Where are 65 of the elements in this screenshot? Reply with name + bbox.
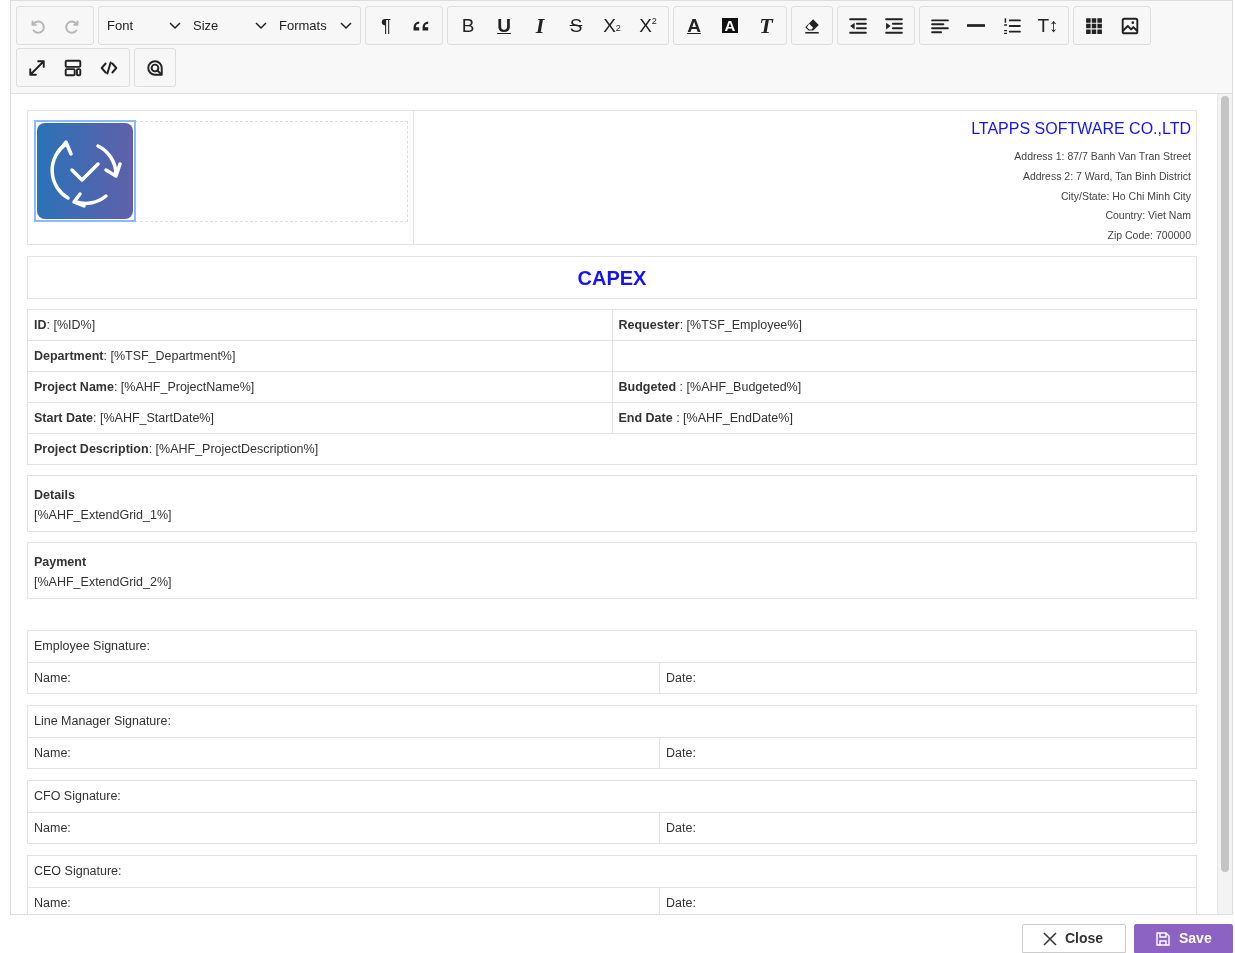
- align-left-icon: [931, 16, 949, 35]
- format-button[interactable]: I: [522, 7, 558, 44]
- table-cell: Requester: [%TSF_Employee%]: [612, 309, 1197, 341]
- logo[interactable]: [36, 122, 134, 220]
- close-button[interactable]: Close: [1022, 924, 1126, 953]
- section-title: Payment: [34, 554, 88, 571]
- format-button[interactable]: B: [450, 7, 486, 44]
- format-button[interactable]: T: [748, 7, 784, 44]
- save-icon: [1155, 930, 1171, 947]
- format-button[interactable]: U: [486, 7, 522, 44]
- table-cell: Department: [%TSF_Department%]: [27, 340, 612, 372]
- scrollbar-thumb[interactable]: [1221, 96, 1229, 872]
- indent-icon: [885, 16, 903, 35]
- date-label: Date:: [665, 744, 697, 762]
- format-button[interactable]: T↕: [1030, 7, 1066, 44]
- address-line: Country: Viet Nam: [1104, 208, 1191, 224]
- table-cell: ID: [%ID%]: [27, 309, 612, 341]
- table-cell: Budgeted : [%AHF_Budgeted%]: [612, 371, 1197, 403]
- document-title: CAPEX: [27, 256, 1197, 299]
- date-label: Date:: [665, 819, 697, 837]
- dropdown[interactable]: Size: [187, 7, 273, 44]
- signature-label: Line Manager Signature:: [33, 713, 172, 731]
- address-line: City/State: Ho Chi Minh City: [1059, 188, 1191, 204]
- chevron-down-icon: [255, 21, 267, 30]
- format-button[interactable]: S: [558, 7, 594, 44]
- template-icon: [64, 58, 82, 77]
- chevron-down-icon: [340, 21, 352, 30]
- horizontal-line-icon: [967, 24, 985, 27]
- table-icon: [1085, 16, 1103, 35]
- table-cell: Project Name: [%AHF_ProjectName%]: [27, 371, 612, 403]
- format-button[interactable]: ¶: [368, 7, 404, 44]
- scrollbar[interactable]: [1217, 94, 1232, 914]
- signature-label: CFO Signature:: [33, 788, 122, 806]
- image-icon: [1121, 16, 1139, 35]
- dropdown[interactable]: Font: [101, 7, 187, 44]
- address-line: Address 2: 7 Ward, Tan Binh District: [1021, 168, 1191, 184]
- format-button[interactable]: X$^{2}$: [630, 7, 666, 44]
- section-title: Details: [34, 487, 76, 504]
- placeholder-text: [%AHF_ExtendGrid_1%]: [34, 507, 173, 524]
- format-button[interactable]: A: [676, 7, 712, 44]
- format-button[interactable]: A: [712, 7, 748, 44]
- ordered-list-icon: [1003, 16, 1021, 35]
- dropdown[interactable]: Formats: [273, 7, 358, 44]
- address-line: Zip Code: 700000: [1106, 228, 1191, 244]
- table-cell: End Date : [%AHF_EndDate%]: [612, 402, 1197, 434]
- close-icon: [1043, 931, 1057, 946]
- outdent-icon: [849, 16, 867, 35]
- placeholder-text: [%AHF_ExtendGrid_2%]: [34, 574, 173, 591]
- signature-label: CEO Signature:: [33, 863, 123, 881]
- address-line: Address 1: 87/7 Banh Van Tran Street: [1013, 149, 1191, 164]
- date-label: Date:: [665, 894, 697, 912]
- fullscreen-icon: [28, 58, 46, 77]
- table-cell: Start Date: [%AHF_StartDate%]: [27, 402, 612, 434]
- signature-label: Employee Signature:: [33, 638, 152, 656]
- name-label: Name:: [34, 744, 71, 762]
- mention-icon: [146, 58, 164, 77]
- name-label: Name:: [34, 894, 71, 912]
- company-name: LTAPPS SOFTWARE CO.,LTD: [970, 119, 1191, 139]
- code-icon: [100, 58, 118, 77]
- date-label: Date:: [665, 669, 697, 687]
- chevron-down-icon: [169, 21, 181, 30]
- name-label: Name:: [34, 819, 71, 837]
- save-button[interactable]: Save: [1134, 924, 1233, 953]
- name-label: Name:: [34, 669, 71, 687]
- table-cell: Project Description: [%AHF_ProjectDescription%]: [27, 433, 1197, 465]
